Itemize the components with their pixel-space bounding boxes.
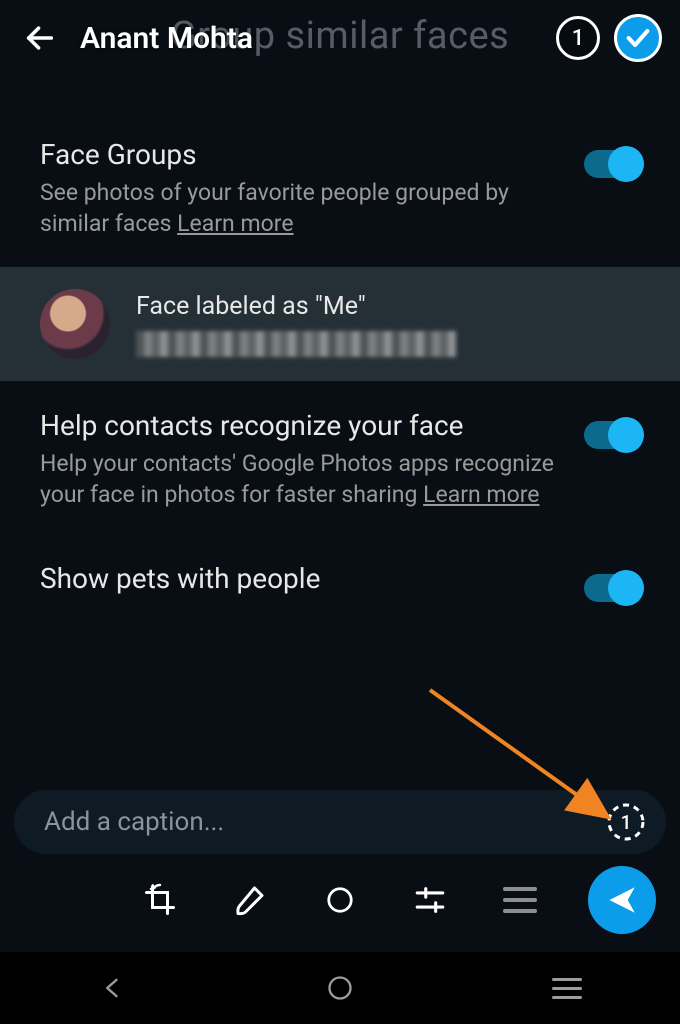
send-icon (607, 885, 637, 915)
view-once-count: 1 (621, 811, 632, 834)
sliders-icon (413, 883, 447, 917)
back-button[interactable] (18, 16, 62, 60)
system-recents-button[interactable] (547, 968, 587, 1008)
circle-outline-icon (326, 974, 354, 1002)
setting-face-groups: Face Groups See photos of your favorite … (40, 120, 640, 257)
share-top-bar: Anant Mohta 1 (0, 0, 680, 76)
learn-more-link[interactable]: Learn more (423, 481, 539, 508)
draw-button[interactable] (226, 876, 274, 924)
setting-description: Help your contacts' Google Photos apps r… (40, 448, 564, 510)
learn-more-link[interactable]: Learn more (177, 210, 293, 237)
arrow-left-icon (23, 21, 57, 55)
redacted-email (136, 331, 456, 357)
crop-rotate-button[interactable] (136, 876, 184, 924)
face-groups-toggle[interactable] (584, 150, 640, 178)
help-contacts-toggle[interactable] (584, 421, 640, 449)
shape-button[interactable] (316, 876, 364, 924)
crop-rotate-icon (142, 882, 178, 918)
setting-title: Face Groups (40, 138, 564, 171)
menu-icon (503, 887, 537, 913)
caption-input[interactable]: Add a caption... (44, 807, 606, 837)
setting-description: See photos of your favorite people group… (40, 177, 564, 239)
caption-bar: Add a caption... 1 (14, 790, 666, 854)
pets-toggle[interactable] (584, 574, 640, 602)
me-face-label: Face labeled as "Me" (136, 292, 456, 321)
circle-icon (325, 885, 355, 915)
brush-icon (232, 882, 268, 918)
view-once-toggle[interactable]: 1 (606, 802, 646, 842)
setting-title: Show pets with people (40, 562, 564, 595)
send-button[interactable] (588, 866, 656, 934)
system-nav-bar (0, 952, 680, 1024)
adjust-button[interactable] (406, 876, 454, 924)
edit-toolbar (0, 860, 680, 940)
chevron-left-icon (99, 974, 127, 1002)
confirm-button[interactable] (614, 14, 662, 62)
more-button[interactable] (496, 876, 544, 924)
setting-help-contacts: Help contacts recognize your face Help y… (40, 391, 640, 528)
check-icon (624, 24, 652, 52)
system-back-button[interactable] (93, 968, 133, 1008)
system-home-button[interactable] (320, 968, 360, 1008)
setting-show-pets: Show pets with people (40, 528, 640, 620)
setting-title: Help contacts recognize your face (40, 409, 564, 442)
me-face-card[interactable]: Face labeled as "Me" (0, 267, 680, 381)
selection-count-badge[interactable]: 1 (556, 16, 600, 60)
recipient-name[interactable]: Anant Mohta (80, 21, 253, 56)
menu-icon (552, 978, 582, 999)
avatar (40, 289, 110, 359)
